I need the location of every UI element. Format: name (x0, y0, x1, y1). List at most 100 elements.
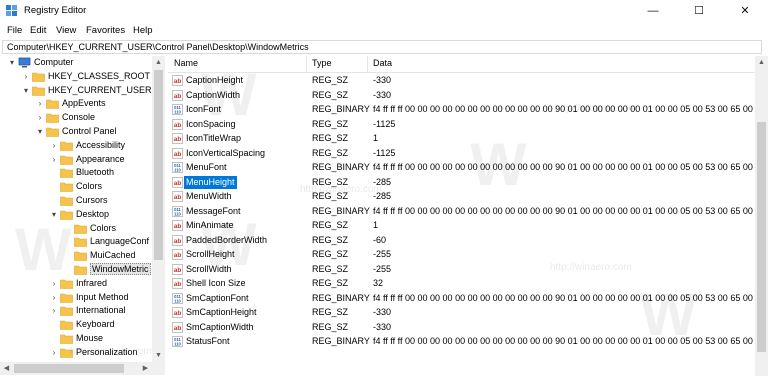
value-row[interactable]: 011 110 MenuFont REG_BINARY f4 ff ff ff 00 0… (168, 161, 755, 175)
svg-text:ab: ab (174, 93, 182, 100)
value-row[interactable]: ab SmCaptionWidth REG_SZ -330 (168, 321, 755, 335)
value-row[interactable]: 011 110 SmCaptionFont REG_BINARY f4 ff ff ff… (168, 292, 755, 306)
tree-item[interactable]: ▾ Desktop (2, 208, 152, 222)
tree-item[interactable]: › Personalization (2, 346, 152, 360)
values-list[interactable]: Name Type Data ab CaptionHeight REG_SZ -330… (168, 56, 755, 376)
tree-scroll-thumb[interactable] (154, 70, 163, 260)
tree-item[interactable]: Bluetooth (2, 166, 152, 180)
tree-item[interactable]: ▾ HKEY_CURRENT_USER (2, 84, 152, 98)
tree-item[interactable]: › Accessibility (2, 139, 152, 153)
collapsed-chevron-icon[interactable] (64, 251, 72, 261)
value-row[interactable]: 011 110 IconFont REG_BINARY f4 ff ff ff 00 0… (168, 103, 755, 117)
tree-hscroll-thumb[interactable] (14, 364, 124, 373)
value-type: REG_SZ (312, 191, 349, 201)
title-bar[interactable]: Registry Editor — ☐ ✕ (0, 0, 768, 22)
string-value-icon: ab (172, 133, 183, 144)
minimize-button[interactable]: — (630, 0, 676, 22)
tree-item[interactable]: MuiCached (2, 249, 152, 263)
tree-item[interactable]: WindowMetric (2, 263, 152, 277)
value-row[interactable]: ab MenuHeight REG_SZ -285 (168, 175, 755, 190)
collapsed-chevron-icon[interactable]: › (50, 279, 58, 289)
tree-item[interactable]: Keyboard (2, 318, 152, 332)
tree-item[interactable]: Colors (2, 222, 152, 236)
column-name[interactable]: Name (174, 58, 198, 70)
tree-item[interactable]: ▾ Computer (2, 56, 152, 70)
collapsed-chevron-icon[interactable]: › (50, 306, 58, 316)
tree-item[interactable]: › Console (2, 111, 152, 125)
collapsed-chevron-icon[interactable] (64, 265, 72, 275)
computer-icon (18, 57, 31, 68)
value-row[interactable]: ab IconVerticalSpacing REG_SZ -1125 (168, 147, 755, 161)
collapsed-chevron-icon[interactable]: › (36, 99, 44, 109)
value-row[interactable]: 011 110 MessageFont REG_BINARY f4 ff ff ff 0… (168, 205, 755, 219)
expanded-chevron-icon[interactable]: ▾ (22, 86, 30, 96)
column-divider[interactable] (306, 56, 307, 72)
tree-item-label: Colors (76, 181, 103, 192)
key-tree[interactable]: ▾ Computer › HKEY_CLASSES_ROOT ▾ HKEY_CURRENT… (2, 56, 153, 362)
collapsed-chevron-icon[interactable]: › (50, 141, 58, 151)
tree-item[interactable]: ▾ Control Panel (2, 125, 152, 139)
tree-item[interactable]: Colors (2, 180, 152, 194)
scroll-left-arrow-icon[interactable]: ◀ (0, 362, 13, 375)
menu-edit[interactable]: Edit (30, 25, 46, 36)
menu-bar: File Edit View Favorites Help (0, 22, 768, 40)
value-row[interactable]: ab ScrollHeight REG_SZ -255 (168, 248, 755, 262)
tree-item[interactable]: › HKEY_CLASSES_ROOT (2, 70, 152, 84)
value-data: -255 (373, 249, 392, 259)
scroll-right-arrow-icon[interactable]: ▶ (139, 362, 152, 375)
value-row[interactable]: ab MinAnimate REG_SZ 1 (168, 219, 755, 233)
value-row[interactable]: ab PaddedBorderWidth REG_SZ -60 (168, 234, 755, 248)
column-divider[interactable] (367, 56, 368, 72)
collapsed-chevron-icon[interactable] (64, 237, 72, 247)
column-data[interactable]: Data (373, 58, 392, 70)
tree-item[interactable]: › AppEvents (2, 97, 152, 111)
scroll-up-arrow-icon[interactable]: ▲ (755, 56, 768, 69)
address-bar[interactable]: Computer\HKEY_CURRENT_USER\Control Panel… (2, 40, 762, 54)
value-row[interactable]: ab SmCaptionHeight REG_SZ -330 (168, 306, 755, 320)
collapsed-chevron-icon[interactable]: › (22, 72, 30, 82)
menu-view[interactable]: View (56, 25, 76, 36)
value-row[interactable]: ab Shell Icon Size REG_SZ 32 (168, 277, 755, 291)
value-row[interactable]: ab ScrollWidth REG_SZ -255 (168, 263, 755, 277)
expanded-chevron-icon[interactable]: ▾ (36, 127, 44, 137)
tree-item[interactable]: › Infrared (2, 277, 152, 291)
list-scroll-thumb[interactable] (757, 122, 766, 352)
column-type[interactable]: Type (312, 58, 332, 70)
maximize-button[interactable]: ☐ (676, 0, 722, 22)
tree-item[interactable]: › Appearance (2, 153, 152, 167)
value-row[interactable]: ab CaptionHeight REG_SZ -330 (168, 74, 755, 88)
value-row[interactable]: 011 110 StatusFont REG_BINARY f4 ff ff ff 00… (168, 335, 755, 349)
tree-item[interactable]: › Input Method (2, 291, 152, 305)
svg-text:ab: ab (174, 194, 182, 201)
value-row[interactable]: ab MenuWidth REG_SZ -285 (168, 190, 755, 204)
tree-item[interactable]: Mouse (2, 332, 152, 346)
collapsed-chevron-icon[interactable]: › (36, 113, 44, 123)
list-vertical-scrollbar[interactable]: ▲ (755, 56, 768, 376)
expanded-chevron-icon[interactable]: ▾ (50, 210, 58, 220)
address-path[interactable]: Computer\HKEY_CURRENT_USER\Control Panel… (7, 42, 309, 52)
tree-horizontal-scrollbar[interactable]: ◀ ▶ (0, 362, 165, 375)
scroll-down-arrow-icon[interactable]: ▼ (152, 349, 165, 362)
collapsed-chevron-icon[interactable]: › (50, 155, 58, 165)
expanded-chevron-icon[interactable]: ▾ (8, 58, 16, 68)
value-row[interactable]: ab IconTitleWrap REG_SZ 1 (168, 132, 755, 146)
tree-item[interactable]: › International (2, 304, 152, 318)
collapsed-chevron-icon[interactable]: › (50, 293, 58, 303)
collapsed-chevron-icon[interactable] (50, 196, 58, 206)
menu-favorites[interactable]: Favorites (86, 25, 125, 36)
tree-item[interactable]: Cursors (2, 194, 152, 208)
collapsed-chevron-icon[interactable] (50, 320, 58, 330)
collapsed-chevron-icon[interactable]: › (50, 348, 58, 358)
collapsed-chevron-icon[interactable] (64, 224, 72, 234)
collapsed-chevron-icon[interactable] (50, 182, 58, 192)
menu-help[interactable]: Help (133, 25, 153, 36)
tree-vertical-scrollbar[interactable]: ▲ ▼ (152, 56, 165, 362)
collapsed-chevron-icon[interactable] (50, 334, 58, 344)
collapsed-chevron-icon[interactable] (50, 168, 58, 178)
value-row[interactable]: ab CaptionWidth REG_SZ -330 (168, 89, 755, 103)
menu-file[interactable]: File (7, 25, 22, 36)
close-button[interactable]: ✕ (722, 0, 768, 22)
scroll-up-arrow-icon[interactable]: ▲ (152, 56, 165, 69)
value-row[interactable]: ab IconSpacing REG_SZ -1125 (168, 118, 755, 132)
tree-item[interactable]: LanguageConf (2, 235, 152, 249)
